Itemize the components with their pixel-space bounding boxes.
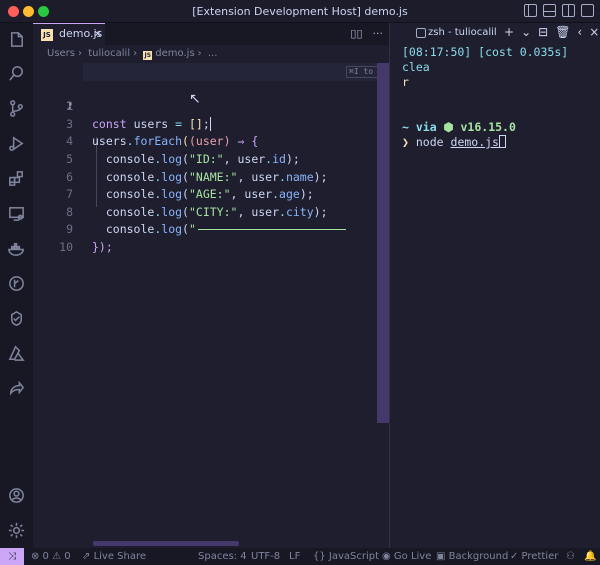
editor-area: JS demo.js × ▯▯ ··· Users › tuliocalil › J… bbox=[33, 23, 401, 548]
toggle-secondary-sidebar-icon[interactable] bbox=[562, 4, 575, 17]
code-line: 7 console.log("CITY:", user.city); bbox=[33, 169, 377, 219]
run-debug-icon[interactable] bbox=[7, 134, 26, 153]
breadcrumb-users[interactable]: Users bbox=[47, 48, 75, 59]
terminal-icon bbox=[416, 28, 426, 38]
extensions-icon[interactable] bbox=[7, 169, 26, 188]
split-editor-icon[interactable]: ▯▯ bbox=[350, 27, 362, 40]
encoding-indicator[interactable]: UTF-8 bbox=[251, 548, 280, 565]
code-line: 3 users.forEach((user) ⇒ { bbox=[33, 98, 377, 149]
kill-terminal-icon[interactable]: 🗑 bbox=[555, 25, 570, 39]
chevron-left-icon[interactable]: ‹ bbox=[577, 25, 582, 39]
close-tab-icon[interactable]: × bbox=[93, 24, 102, 44]
prettier-button[interactable]: ✓ Prettier bbox=[510, 548, 558, 565]
mouse-cursor-icon: ↖ bbox=[189, 91, 201, 107]
live-share-icon[interactable] bbox=[7, 379, 26, 398]
breadcrumb-demo-js[interactable]: demo.js bbox=[155, 48, 194, 59]
terminal-output[interactable]: [08:17:50] [cost 0.035s] clea r ~ via ⬢ … bbox=[402, 45, 598, 150]
horizontal-scrollbar[interactable] bbox=[93, 541, 239, 546]
new-terminal-icon[interactable]: + bbox=[504, 25, 514, 39]
background-button[interactable]: ▣ Background bbox=[436, 548, 508, 565]
terminal-tabs: zsh - tuliocalil + ⌄ ⊟ 🗑 ‹ × bbox=[390, 23, 600, 45]
code-line: 4 console.log("ID:", user.id); bbox=[33, 116, 377, 166]
testing-icon[interactable] bbox=[7, 309, 26, 328]
terminal-line: ~ via ⬢ v16.15.0 bbox=[402, 120, 516, 134]
code-line: 10 bbox=[33, 221, 377, 254]
line-number: 10 bbox=[59, 239, 73, 254]
notifications-icon[interactable]: 🔔 bbox=[584, 548, 596, 565]
javascript-file-icon: JS bbox=[41, 29, 53, 41]
azure-icon[interactable] bbox=[7, 344, 26, 363]
current-line-highlight bbox=[83, 63, 377, 81]
javascript-file-icon: JS bbox=[143, 51, 153, 60]
indentation-indicator[interactable]: Spaces: 4 bbox=[198, 548, 247, 565]
docker-icon[interactable] bbox=[7, 239, 26, 258]
code-line: 1 const users = []; ⌘I to chat bbox=[33, 63, 401, 131]
eol-indicator[interactable]: LF bbox=[289, 548, 300, 565]
code-line: 2 bbox=[33, 81, 377, 113]
editor-tabs: JS demo.js × ▯▯ ··· bbox=[33, 23, 389, 45]
terminal-panel: zsh - tuliocalil + ⌄ ⊟ 🗑 ‹ × [08:17:50] … bbox=[390, 23, 600, 548]
more-actions-icon[interactable]: ··· bbox=[373, 27, 384, 40]
feedback-icon[interactable]: ⚇ bbox=[566, 548, 575, 565]
customize-layout-icon[interactable] bbox=[581, 4, 594, 17]
code-editor[interactable]: 1 const users = []; ⌘I to chat 2 3 users… bbox=[33, 63, 401, 533]
terminal-line: [08:17:50] [cost 0.035s] clea bbox=[402, 45, 569, 74]
gitlens-icon[interactable] bbox=[7, 274, 26, 293]
terminal-line: ❯ node demo.js bbox=[402, 135, 598, 150]
live-share-button[interactable]: ⇗ Live Share bbox=[82, 548, 146, 565]
remote-explorer-icon[interactable] bbox=[7, 204, 26, 223]
code-line: 8 console.log(" bbox=[33, 186, 377, 236]
terminal-dropdown-icon[interactable]: ⌄ bbox=[521, 25, 531, 39]
breadcrumb: Users › tuliocalil › JS demo.js › ... bbox=[47, 48, 218, 60]
remote-indicator-button[interactable]: ⤨ bbox=[0, 548, 24, 565]
split-terminal-icon[interactable]: ⊟ bbox=[538, 25, 548, 39]
code-line: 9 }); bbox=[33, 204, 377, 254]
language-mode-button[interactable]: {} JavaScript bbox=[313, 548, 379, 565]
search-icon[interactable] bbox=[7, 64, 26, 83]
settings-gear-icon[interactable] bbox=[7, 521, 26, 540]
terminal-tab-label[interactable]: zsh - tuliocalil bbox=[428, 27, 498, 38]
title-bar: [Extension Development Host] demo.js bbox=[0, 0, 600, 23]
activity-bar bbox=[0, 23, 33, 548]
toggle-sidebar-icon[interactable] bbox=[524, 4, 537, 17]
breadcrumb-tuliocalil[interactable]: tuliocalil bbox=[88, 48, 130, 59]
window-title: [Extension Development Host] demo.js bbox=[192, 5, 408, 18]
explorer-icon[interactable] bbox=[7, 30, 26, 49]
terminal-line: r bbox=[402, 75, 409, 89]
toggle-panel-icon[interactable] bbox=[543, 4, 556, 17]
close-panel-icon[interactable]: × bbox=[589, 25, 599, 39]
code-line: 6 console.log("AGE:", user.age); bbox=[33, 151, 377, 202]
code-line: 5 console.log("NAME:", user.name); bbox=[33, 133, 377, 184]
tab-demo-js[interactable]: JS demo.js × bbox=[33, 23, 105, 45]
go-live-button[interactable]: ◉ Go Live bbox=[382, 548, 431, 565]
account-icon[interactable] bbox=[7, 486, 26, 505]
breadcrumb-more[interactable]: ... bbox=[208, 48, 218, 59]
problems-indicator[interactable]: ⊗ 0 ⚠ 0 bbox=[31, 548, 71, 565]
status-bar: ⤨ ⊗ 0 ⚠ 0 ⇗ Live Share Spaces: 4 UTF-8 L… bbox=[0, 548, 600, 565]
terminal-cursor bbox=[498, 135, 506, 148]
editor-scrollbar[interactable] bbox=[377, 63, 389, 423]
source-control-icon[interactable] bbox=[7, 99, 26, 118]
